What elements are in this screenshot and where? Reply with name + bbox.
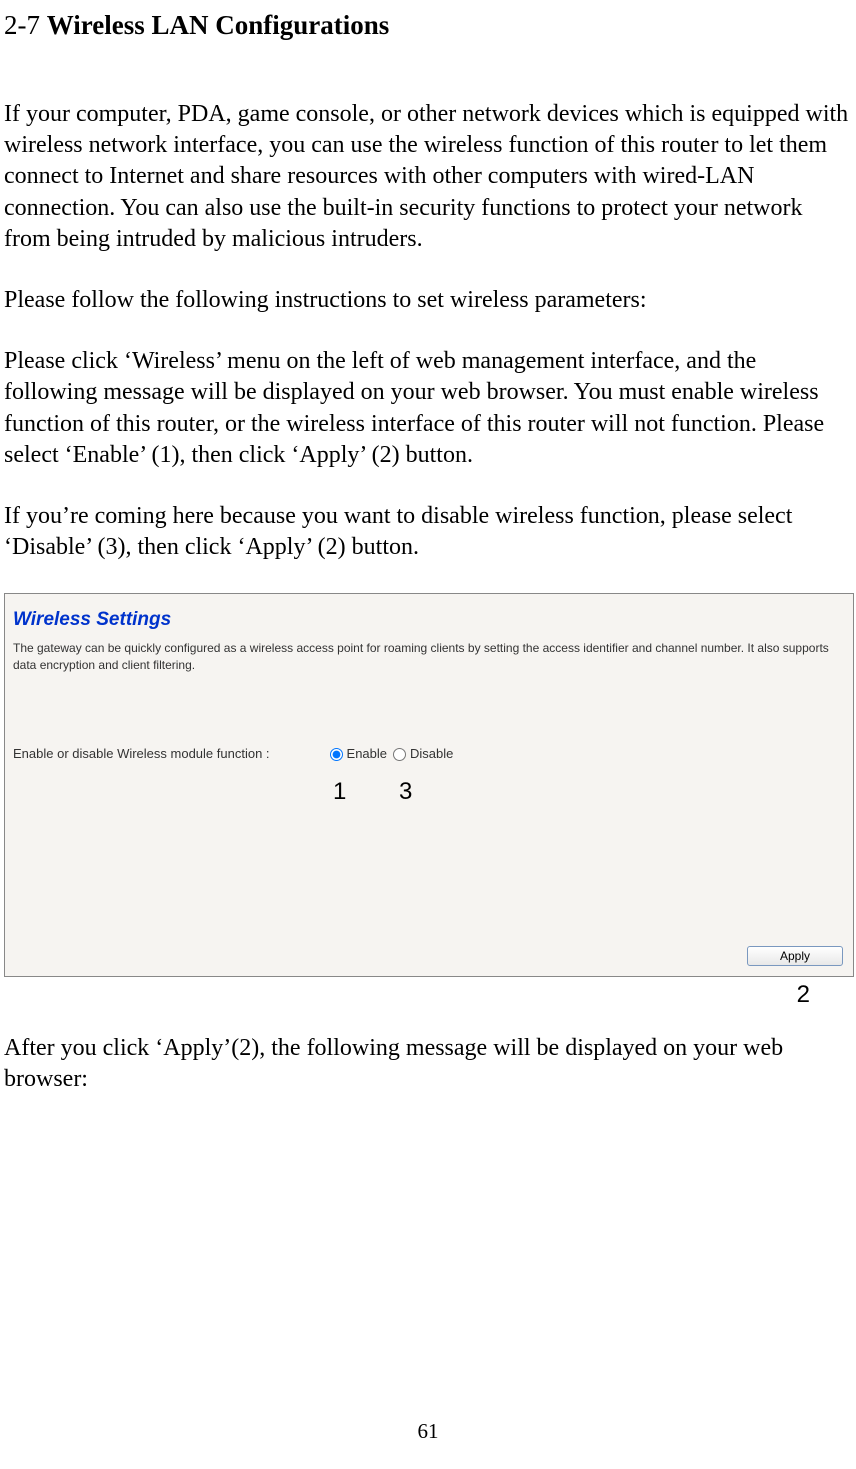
wireless-settings-description: The gateway can be quickly configured as…	[13, 640, 845, 672]
annotation-1: 1	[333, 776, 346, 807]
wireless-enable-row: Enable or disable Wireless module functi…	[13, 746, 453, 763]
paragraph-4: If you’re coming here because you want t…	[4, 501, 854, 563]
wireless-settings-screenshot: Wireless Settings The gateway can be qui…	[4, 593, 854, 977]
radio-disable-item[interactable]: Disable	[393, 746, 453, 763]
section-number: 2-7	[4, 10, 40, 40]
paragraph-5: After you click ‘Apply’(2), the followin…	[4, 1033, 854, 1095]
annotation-2: 2	[797, 981, 810, 1008]
page-number: 61	[0, 1418, 856, 1445]
radio-group: Enable Disable	[330, 746, 454, 763]
paragraph-2: Please follow the following instructions…	[4, 285, 854, 316]
wireless-enable-label: Enable or disable Wireless module functi…	[13, 746, 270, 763]
section-title: Wireless LAN Configurations	[47, 10, 390, 40]
annotation-3: 3	[399, 776, 412, 807]
paragraph-1: If your computer, PDA, game console, or …	[4, 99, 854, 255]
radio-enable-input[interactable]	[330, 748, 343, 761]
radio-enable-item[interactable]: Enable	[330, 746, 387, 763]
wireless-settings-title: Wireless Settings	[13, 608, 171, 633]
apply-button[interactable]: Apply	[747, 946, 843, 966]
paragraph-3: Please click ‘Wireless’ menu on the left…	[4, 346, 854, 471]
annotation-2-wrap: 2	[4, 979, 854, 1010]
radio-disable-label: Disable	[410, 746, 453, 763]
radio-disable-input[interactable]	[393, 748, 406, 761]
radio-enable-label: Enable	[347, 746, 387, 763]
section-heading: 2-7 Wireless LAN Configurations	[4, 8, 854, 43]
